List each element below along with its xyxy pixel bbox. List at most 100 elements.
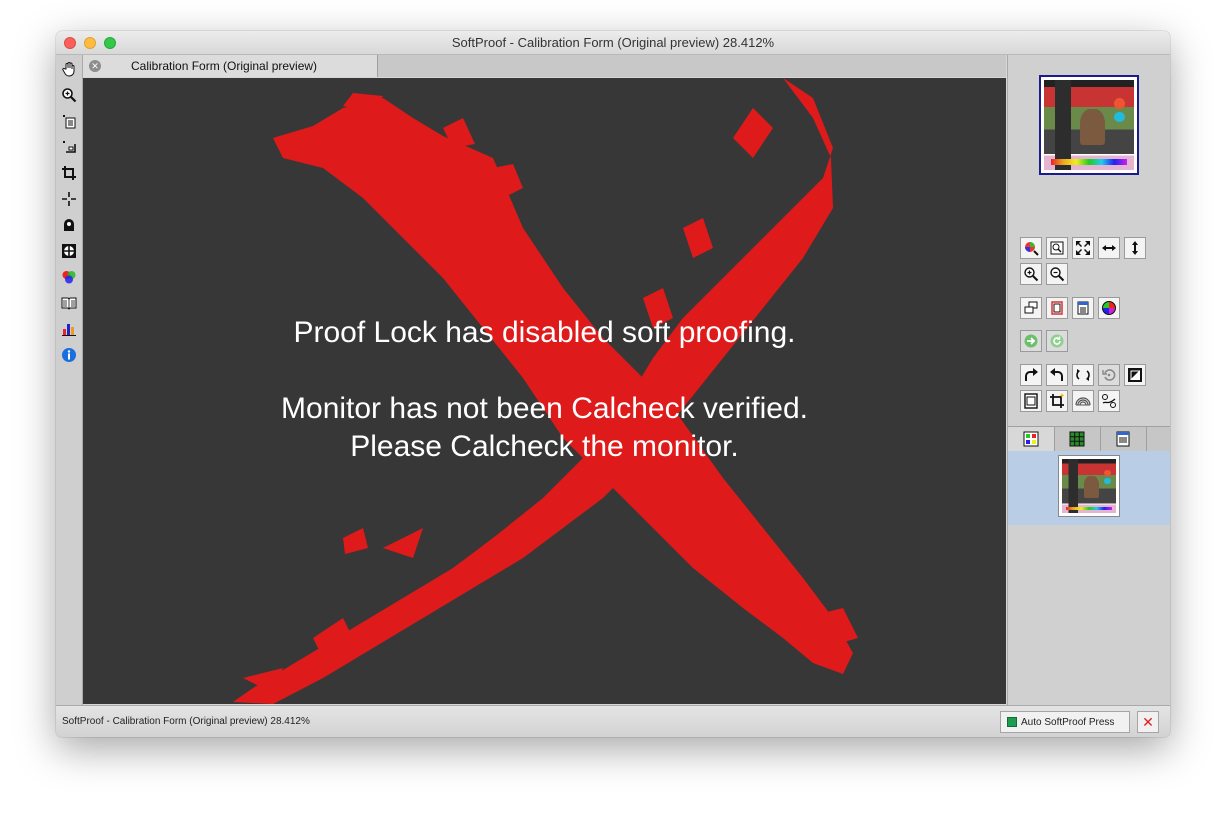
refresh-button[interactable] (1046, 330, 1068, 352)
page-list-tool-button[interactable] (59, 111, 79, 131)
color-channels-icon (62, 271, 76, 284)
percent-dots-icon (1102, 394, 1116, 408)
contrast-square-icon (1128, 368, 1142, 382)
screen-button[interactable] (1072, 390, 1094, 412)
title-bar: SoftProof - Calibration Form (Original p… (56, 31, 1170, 55)
calcheck-warning-message: Monitor has not been Calcheck verified. (281, 392, 808, 425)
fit-window-button[interactable] (1072, 237, 1094, 259)
status-bar: SoftProof - Calibration Form (Original p… (56, 705, 1170, 737)
tab-close-icon[interactable]: ✕ (89, 60, 101, 72)
info-tool-button[interactable] (59, 345, 79, 365)
document-tab[interactable]: ✕ Calibration Form (Original preview) (83, 55, 378, 77)
magnifier-icon (1050, 241, 1064, 255)
expand-icon (1076, 241, 1090, 255)
zoom-in-button[interactable] (1020, 263, 1042, 285)
left-toolbar (56, 55, 83, 705)
hand-icon (62, 62, 75, 77)
color-wheel-icon (1102, 301, 1116, 315)
view-mode-tabs (1008, 426, 1170, 452)
undo-circle-icon (1102, 369, 1116, 381)
zoom-out-button[interactable] (1046, 263, 1068, 285)
x-stroke-left-diagonal (273, 98, 853, 674)
app-window: SoftProof - Calibration Form (Original p… (56, 31, 1170, 737)
magnify-button[interactable] (1046, 237, 1068, 259)
page-thumbnails-strip (1008, 451, 1170, 525)
zoom-out-icon (1050, 267, 1065, 282)
status-text: SoftProof - Calibration Form (Original p… (62, 716, 310, 727)
page-red-border-icon (1051, 301, 1063, 315)
right-panel (1007, 55, 1170, 705)
frame-button[interactable] (1020, 390, 1042, 412)
proof-canvas[interactable]: Proof Lock has disabled soft proofing. M… (83, 78, 1006, 704)
document-tab-label: Calibration Form (Original preview) (131, 59, 318, 73)
zoom-in-icon (1024, 267, 1039, 282)
horizontal-arrows-icon (1102, 245, 1116, 251)
hand-tool-button[interactable] (59, 59, 79, 79)
fit-height-button[interactable] (1124, 237, 1146, 259)
green-grid-view-icon (1069, 431, 1085, 447)
flip-button[interactable] (1072, 364, 1094, 386)
concentric-arcs-icon (1075, 397, 1091, 406)
crosshair-icon (62, 192, 76, 206)
rotate-cycle-icon (1076, 369, 1090, 381)
reset-rotation-button[interactable] (1098, 364, 1120, 386)
crop-sparkle-icon (1050, 393, 1065, 408)
color-picker-button[interactable] (1020, 237, 1042, 259)
fit-width-button[interactable] (1098, 237, 1120, 259)
dot-percent-button[interactable] (1098, 390, 1120, 412)
target-tool-button[interactable] (59, 241, 79, 261)
tab-grid-view[interactable] (1008, 427, 1055, 451)
tab-green-grid-view[interactable] (1054, 427, 1101, 451)
crop-icon (62, 166, 76, 180)
book-icon (61, 297, 77, 310)
zoom-icon (62, 88, 77, 103)
frame-icon (1024, 393, 1038, 409)
window-title: SoftProof - Calibration Form (Original p… (451, 35, 775, 50)
auto-softproof-press-button[interactable]: Auto SoftProof Press (1000, 711, 1130, 733)
page-boundary-button[interactable] (1046, 297, 1068, 319)
rotate-left-icon (1050, 368, 1063, 381)
overlap-windows-icon (1024, 301, 1038, 314)
rotate-right-icon (1025, 368, 1038, 381)
auto-softproof-press-label: Auto SoftProof Press (1021, 717, 1115, 728)
rotate-left-button[interactable] (1046, 364, 1068, 386)
tab-list-view[interactable] (1100, 427, 1147, 451)
info-icon (62, 348, 76, 362)
compare-button[interactable] (1020, 297, 1042, 319)
separations-button[interactable] (1072, 297, 1094, 319)
document-lines-icon (1077, 301, 1089, 315)
close-x-button[interactable]: ✕ (1137, 711, 1159, 733)
color-wheel-magnify-icon (1025, 242, 1039, 256)
vertical-arrows-icon (1132, 241, 1138, 255)
page-thumbnail-image (1062, 459, 1116, 513)
color-wheel-button[interactable] (1098, 297, 1120, 319)
document-tab-bar: ✕ Calibration Form (Original preview) (83, 55, 1006, 77)
contrast-button[interactable] (1124, 364, 1146, 386)
list-view-icon (1116, 431, 1130, 447)
crop-marks-button[interactable] (1046, 390, 1068, 412)
chart-tool-button[interactable] (59, 319, 79, 339)
chart-bars-icon (62, 324, 76, 336)
rotate-right-button[interactable] (1020, 364, 1042, 386)
target-icon (62, 244, 76, 258)
densitometer-icon (64, 219, 74, 231)
proof-lock-x-mark (233, 78, 858, 704)
densitometer-tool-button[interactable] (59, 215, 79, 235)
crop-tool-button[interactable] (59, 163, 79, 183)
crop-corner-icon (63, 141, 76, 153)
book-tool-button[interactable] (59, 293, 79, 313)
calcheck-instruction-message: Please Calcheck the monitor. (350, 430, 739, 463)
status-indicator-icon (1007, 717, 1017, 727)
arrow-right-circle-icon (1024, 334, 1038, 348)
refresh-circle-icon (1050, 334, 1064, 348)
color-channels-tool-button[interactable] (59, 267, 79, 287)
proof-lock-message: Proof Lock has disabled soft proofing. (293, 316, 796, 349)
page-thumbnail-selected[interactable] (1058, 455, 1120, 517)
crosshair-tool-button[interactable] (59, 189, 79, 209)
zoom-tool-button[interactable] (59, 85, 79, 105)
next-button[interactable] (1020, 330, 1042, 352)
grid-view-icon (1023, 431, 1039, 447)
crop-corner-tool-button[interactable] (59, 137, 79, 157)
page-list-icon (63, 115, 76, 129)
navigator-thumbnail[interactable] (1039, 75, 1139, 175)
